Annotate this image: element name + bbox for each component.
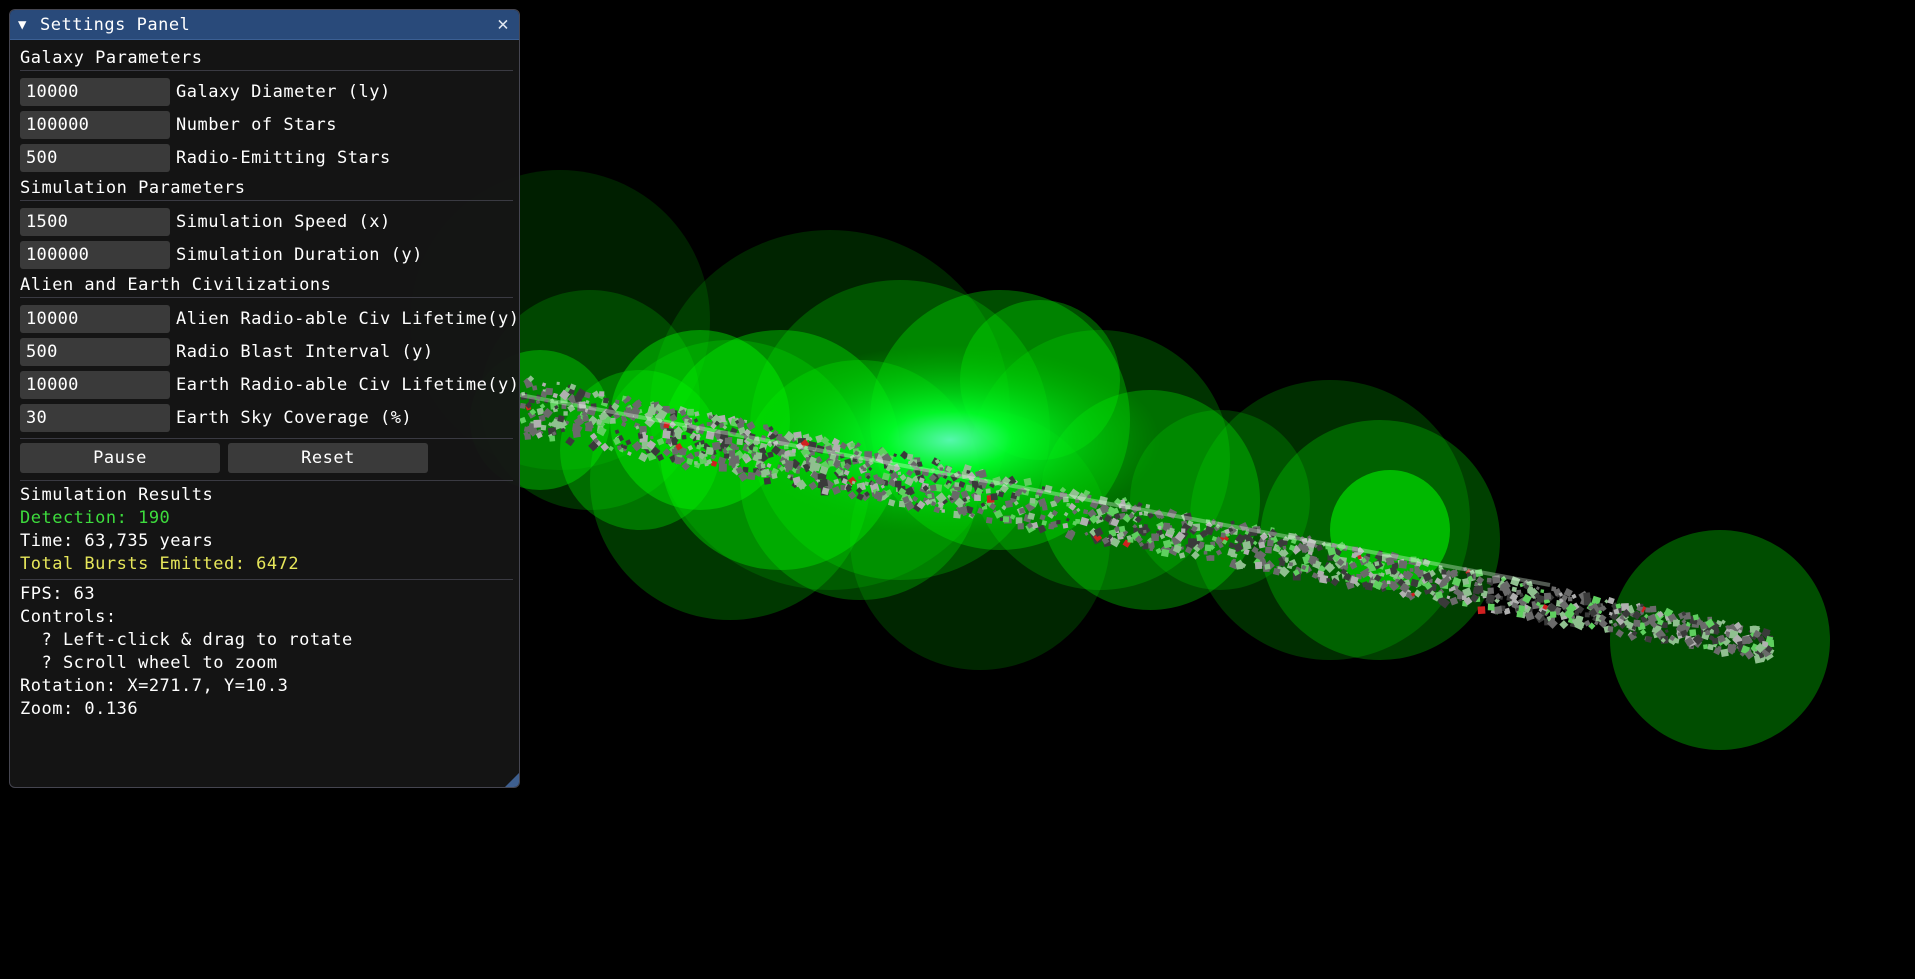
settings-panel[interactable]: ▼ Settings Panel ✕ Galaxy Parameters 100… bbox=[9, 9, 520, 788]
panel-title-bar[interactable]: ▼ Settings Panel ✕ bbox=[10, 10, 519, 40]
num-stars-input[interactable]: 100000 bbox=[20, 110, 170, 139]
radio-stars-input[interactable]: 500 bbox=[20, 143, 170, 172]
num-stars-row: 100000 Number of Stars bbox=[20, 110, 337, 139]
radio-stars-label: Radio-Emitting Stars bbox=[176, 147, 391, 168]
elapsed-time: Time: 63,735 years bbox=[20, 531, 214, 551]
results-header: Simulation Results bbox=[20, 485, 214, 505]
separator bbox=[20, 480, 513, 481]
galaxy-diameter-row: 10000 Galaxy Diameter (ly) bbox=[20, 77, 391, 106]
sim-duration-label: Simulation Duration (y) bbox=[176, 244, 423, 265]
earth-lifetime-input[interactable]: 10000 bbox=[20, 370, 170, 399]
section-simulation-parameters: Simulation Parameters bbox=[20, 176, 513, 201]
total-bursts: Total Bursts Emitted: 6472 bbox=[20, 554, 300, 574]
sim-speed-input[interactable]: 1500 bbox=[20, 207, 170, 236]
reset-button[interactable]: Reset bbox=[228, 443, 428, 473]
fps-readout: FPS: 63 bbox=[20, 584, 96, 604]
blast-interval-input[interactable]: 500 bbox=[20, 337, 170, 366]
detection-count: Detection: 190 bbox=[20, 508, 171, 528]
sky-coverage-label: Earth Sky Coverage (%) bbox=[176, 407, 413, 428]
controls-header: Controls: bbox=[20, 607, 117, 627]
control-rotate-hint: ? Left-click & drag to rotate bbox=[20, 630, 353, 650]
panel-title: Settings Panel bbox=[40, 14, 191, 35]
section-galaxy-parameters: Galaxy Parameters bbox=[20, 46, 513, 71]
galaxy-diameter-input[interactable]: 10000 bbox=[20, 77, 170, 106]
radio-stars-row: 500 Radio-Emitting Stars bbox=[20, 143, 391, 172]
collapse-arrow-icon[interactable]: ▼ bbox=[18, 17, 34, 33]
sim-speed-label: Simulation Speed (x) bbox=[176, 211, 391, 232]
zoom-readout: Zoom: 0.136 bbox=[20, 699, 139, 719]
resize-grip[interactable] bbox=[505, 773, 519, 787]
section-civilizations: Alien and Earth Civilizations bbox=[20, 273, 513, 298]
sim-duration-input[interactable]: 100000 bbox=[20, 240, 170, 269]
earth-lifetime-label: Earth Radio-able Civ Lifetime(y) bbox=[176, 374, 520, 395]
separator bbox=[20, 579, 513, 580]
blast-interval-row: 500 Radio Blast Interval (y) bbox=[20, 337, 434, 366]
num-stars-label: Number of Stars bbox=[176, 114, 338, 135]
alien-lifetime-label: Alien Radio-able Civ Lifetime(y) bbox=[176, 308, 520, 329]
blast-interval-label: Radio Blast Interval (y) bbox=[176, 341, 434, 362]
control-zoom-hint: ? Scroll wheel to zoom bbox=[20, 653, 278, 673]
sky-coverage-row: 30 Earth Sky Coverage (%) bbox=[20, 403, 412, 432]
close-icon[interactable]: ✕ bbox=[493, 13, 513, 35]
rotation-readout: Rotation: X=271.7, Y=10.3 bbox=[20, 676, 289, 696]
pause-button[interactable]: Pause bbox=[20, 443, 220, 473]
sky-coverage-input[interactable]: 30 bbox=[20, 403, 170, 432]
alien-lifetime-row: 10000 Alien Radio-able Civ Lifetime(y) bbox=[20, 304, 520, 333]
galaxy-diameter-label: Galaxy Diameter (ly) bbox=[176, 81, 391, 102]
alien-lifetime-input[interactable]: 10000 bbox=[20, 304, 170, 333]
separator bbox=[20, 438, 513, 439]
earth-lifetime-row: 10000 Earth Radio-able Civ Lifetime(y) bbox=[20, 370, 520, 399]
sim-speed-row: 1500 Simulation Speed (x) bbox=[20, 207, 391, 236]
sim-duration-row: 100000 Simulation Duration (y) bbox=[20, 240, 423, 269]
